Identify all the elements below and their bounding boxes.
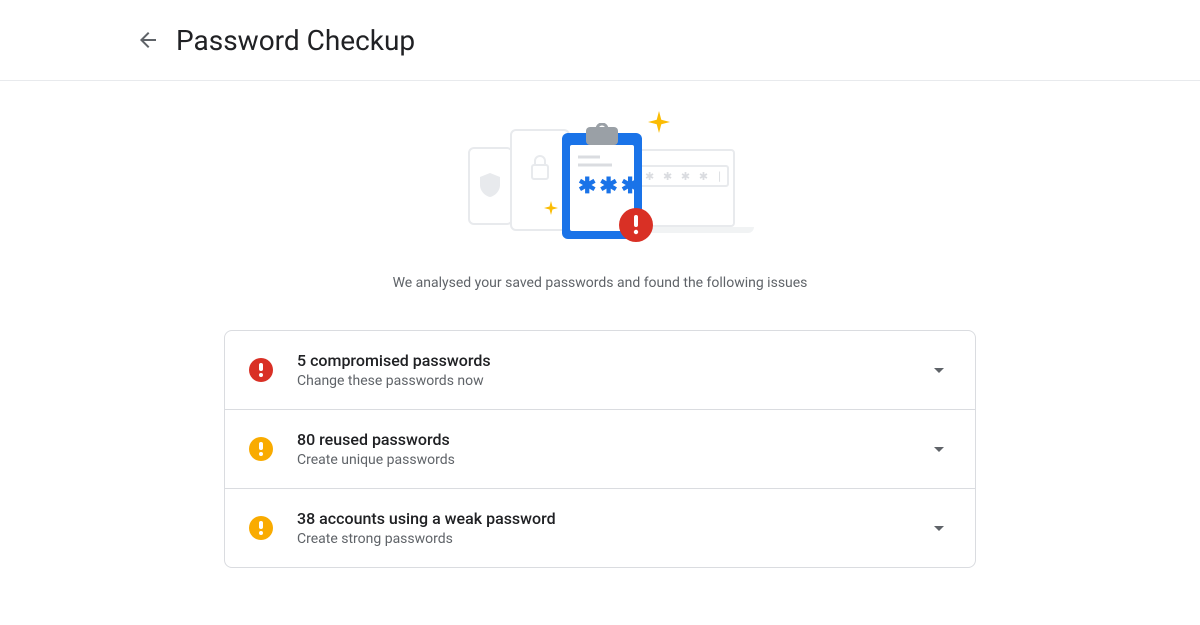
issue-title: 80 reused passwords (297, 430, 911, 449)
issue-row-weak[interactable]: 38 accounts using a weak password Create… (225, 488, 975, 567)
alert-icon (249, 358, 273, 382)
chevron-down-icon (927, 437, 951, 461)
issue-row-reused[interactable]: 80 reused passwords Create unique passwo… (225, 409, 975, 488)
chevron-down-icon (927, 516, 951, 540)
warning-icon (249, 437, 273, 461)
chevron-down-icon (927, 358, 951, 382)
issues-list: 5 compromised passwords Change these pas… (224, 330, 976, 568)
issue-title: 5 compromised passwords (297, 351, 911, 370)
alert-badge-icon (618, 207, 654, 243)
issue-desc: Change these passwords now (297, 373, 911, 389)
hero-subtitle: We analysed your saved passwords and fou… (393, 273, 808, 294)
shield-icon (480, 173, 500, 197)
sparkle-icon (648, 111, 670, 133)
issue-text: 5 compromised passwords Change these pas… (297, 351, 911, 389)
page-title: Password Checkup (176, 24, 415, 57)
back-button[interactable] (128, 20, 168, 60)
main-content: ✱ ✱ ✱ ✱ | ✱✱✱ We analysed your saved pas… (0, 81, 1200, 568)
header: Password Checkup (0, 0, 1200, 81)
lock-icon (530, 155, 550, 181)
hero-illustration: ✱ ✱ ✱ ✱ | ✱✱✱ (440, 105, 760, 255)
issue-desc: Create strong passwords (297, 531, 911, 547)
issue-text: 80 reused passwords Create unique passwo… (297, 430, 911, 468)
warning-icon (249, 516, 273, 540)
issue-title: 38 accounts using a weak password (297, 509, 911, 528)
arrow-left-icon (136, 28, 160, 52)
issue-desc: Create unique passwords (297, 452, 911, 468)
svg-text:✱✱✱: ✱✱✱ (578, 174, 642, 199)
issue-row-compromised[interactable]: 5 compromised passwords Change these pas… (225, 331, 975, 409)
issue-text: 38 accounts using a weak password Create… (297, 509, 911, 547)
sparkle-icon (544, 201, 558, 215)
